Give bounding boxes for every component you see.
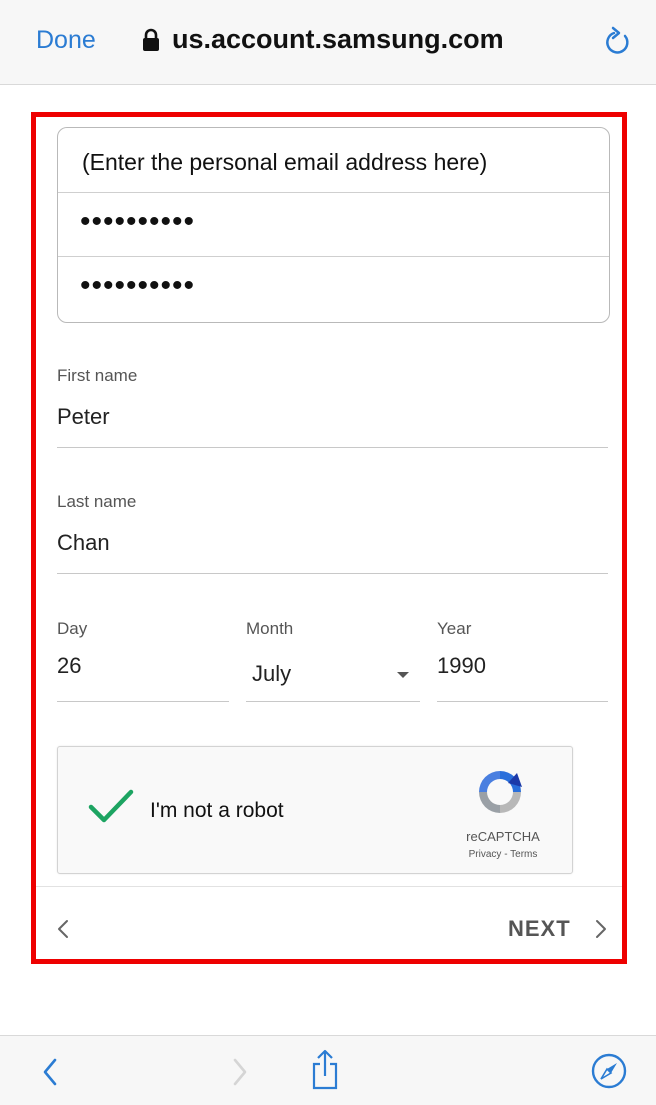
address-bar-url[interactable]: us.account.samsung.com: [172, 24, 504, 55]
done-button[interactable]: Done: [36, 26, 96, 55]
share-icon[interactable]: [310, 1048, 340, 1090]
highlight-frame: [31, 112, 627, 964]
browser-forward-icon: [233, 1058, 247, 1086]
lock-icon: [143, 28, 159, 51]
browser-back-icon[interactable]: [42, 1058, 58, 1086]
reload-icon[interactable]: [602, 24, 634, 58]
browser-top-bar: Done us.account.samsung.com: [0, 0, 656, 85]
browser-bottom-toolbar: [0, 1035, 656, 1105]
safari-compass-icon[interactable]: [590, 1052, 628, 1090]
